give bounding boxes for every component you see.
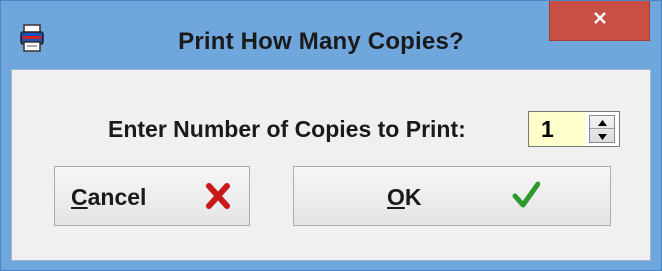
dialog-window: Print How Many Copies? Enter Number of C… (0, 0, 662, 271)
checkmark-icon (512, 181, 541, 215)
cancel-button[interactable]: Cancel (54, 166, 250, 226)
copies-prompt-label: Enter Number of Copies to Print: (108, 116, 466, 142)
ok-button-label: OK (387, 184, 422, 210)
ok-button[interactable]: OK (293, 166, 611, 226)
close-icon (593, 11, 607, 30)
spin-buttons (589, 115, 615, 143)
copies-spinner[interactable] (528, 111, 620, 147)
title-bar[interactable]: Print How Many Copies? (1, 1, 661, 69)
arrow-down-icon (597, 127, 607, 145)
copies-input[interactable] (529, 112, 585, 146)
cancel-button-label: Cancel (71, 184, 147, 210)
close-button[interactable] (549, 1, 650, 41)
spin-down-button[interactable] (590, 129, 614, 142)
x-icon (206, 183, 230, 215)
dialog-body: Enter Number of Copies to Print: Cancel (11, 69, 651, 261)
